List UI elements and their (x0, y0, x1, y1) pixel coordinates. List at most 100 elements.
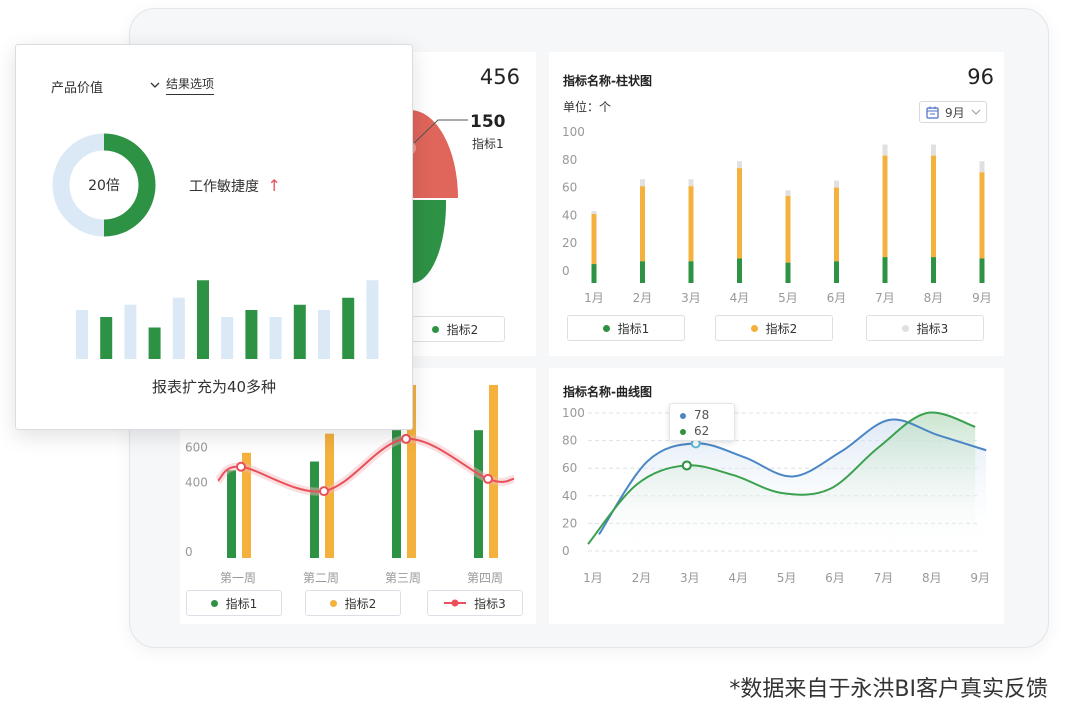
tooltip-row-1: 78 (680, 407, 734, 423)
bar-indicator3 (737, 161, 742, 169)
mini-bar (366, 280, 379, 359)
bar-indicator1 (979, 258, 985, 283)
y-tick-label: 40 (562, 489, 577, 503)
x-tick-label: 3月 (680, 571, 700, 585)
x-tick-label: 9月 (972, 291, 992, 305)
bar-indicator1 (785, 262, 791, 283)
agility-metric: 工作敏捷度 ↑ (189, 176, 281, 196)
bar-indicator1 (310, 461, 319, 558)
x-tick-label: 1月 (584, 291, 604, 305)
bar-indicator1 (640, 261, 645, 283)
y-tick-label: 100 (562, 406, 585, 420)
mini-bar (293, 304, 306, 359)
line-indicator3-glow (215, 434, 515, 496)
mini-bar (100, 317, 113, 359)
x-tick-label: 8月 (924, 291, 944, 305)
x-tick-label: 9月 (970, 571, 990, 585)
bar-indicator2 (931, 155, 936, 258)
bar-indicator3 (834, 180, 839, 188)
y-tick-label: 20 (562, 516, 577, 530)
metric-label: 工作敏捷度 (189, 179, 259, 195)
bar-indicator1 (392, 430, 401, 558)
mini-bar (342, 297, 355, 359)
x-tick-label: 第二周 (303, 571, 339, 585)
bar-indicator2 (979, 172, 985, 259)
x-tick-label: 第四周 (467, 571, 503, 585)
x-tick-label: 3月 (681, 291, 701, 305)
x-tick-label: 6月 (825, 571, 845, 585)
bar-indicator1 (688, 261, 694, 283)
x-tick-label: 2月 (633, 291, 653, 305)
y-tick-label: 600 (185, 441, 208, 455)
y-tick-label: 0 (185, 545, 193, 559)
mini-bar (269, 317, 282, 359)
x-tick-label: 6月 (827, 291, 847, 305)
bar-indicator1 (591, 264, 597, 283)
bar-indicator3 (640, 179, 645, 187)
bar-indicator2 (688, 186, 694, 262)
mini-bar (197, 280, 209, 359)
x-tick-label: 2月 (632, 571, 652, 585)
y-tick-label: 80 (562, 434, 577, 448)
bar-indicator3 (882, 144, 888, 156)
x-tick-label: 7月 (874, 571, 894, 585)
mini-bar (124, 304, 137, 359)
bar-indicator3 (591, 211, 597, 215)
bar-indicator1 (227, 470, 236, 558)
bar-indicator3 (931, 144, 936, 156)
bar-indicator1 (882, 257, 888, 283)
bar-indicator2 (640, 186, 645, 262)
point-green-highlight (681, 460, 692, 471)
y-tick-label: 400 (185, 475, 208, 489)
bar-indicator1 (474, 430, 483, 558)
x-tick-label: 4月 (730, 291, 750, 305)
mini-bar (172, 297, 185, 359)
bar-indicator1 (834, 261, 839, 283)
bar-indicator2 (882, 155, 888, 258)
front-card-chart (52, 133, 379, 359)
y-tick-label: 60 (562, 181, 577, 195)
bar-indicator2 (737, 168, 742, 259)
mini-bar (76, 310, 88, 359)
x-tick-label: 5月 (778, 291, 798, 305)
x-tick-label: 1月 (583, 571, 603, 585)
line-point (483, 473, 493, 484)
x-tick-label: 8月 (922, 571, 942, 585)
y-tick-label: 60 (562, 461, 577, 475)
y-tick-label: 20 (562, 236, 577, 250)
y-tick-label: 100 (562, 125, 585, 139)
line-point (236, 461, 246, 472)
footnote: *数据来自于永洪BI客户真实反馈 (729, 677, 1048, 702)
bar-indicator2 (785, 195, 791, 263)
bar-indicator2 (489, 384, 498, 558)
y-tick-label: 40 (562, 208, 577, 222)
tooltip-value-2: 62 (694, 424, 710, 438)
y-tick-label: 0 (562, 544, 570, 558)
bar-indicator3 (688, 179, 694, 187)
line-point (401, 433, 411, 444)
bar-indicator1 (737, 258, 742, 283)
x-tick-label: 第一周 (220, 571, 256, 585)
bar-indicator3 (979, 161, 985, 173)
mini-bar (318, 310, 330, 359)
y-tick-label: 80 (562, 153, 577, 167)
card-caption: 报表扩充为40多种 (151, 378, 277, 396)
curve-tooltip: 78 62 (669, 403, 735, 441)
product-value-card: 产品价值 结果选项 20倍 工作敏捷度 ↑ 报表扩充为40多种 (15, 44, 413, 430)
arrow-up-icon: ↑ (267, 176, 281, 195)
mini-bar (148, 327, 161, 359)
bar-indicator3 (785, 190, 791, 196)
bar-indicator1 (931, 257, 936, 283)
bar-indicator2 (834, 187, 839, 262)
bar-indicator2 (591, 214, 597, 265)
x-tick-label: 第三周 (385, 571, 421, 585)
mini-bar (245, 310, 258, 359)
y-tick-label: 0 (562, 264, 570, 278)
donut-center-text: 20倍 (88, 178, 120, 194)
x-tick-label: 4月 (728, 571, 748, 585)
tooltip-row-2: 62 (680, 423, 734, 439)
bar-indicator2 (325, 433, 334, 558)
x-tick-label: 7月 (875, 291, 895, 305)
x-tick-label: 5月 (777, 571, 797, 585)
mini-bar (221, 317, 234, 359)
